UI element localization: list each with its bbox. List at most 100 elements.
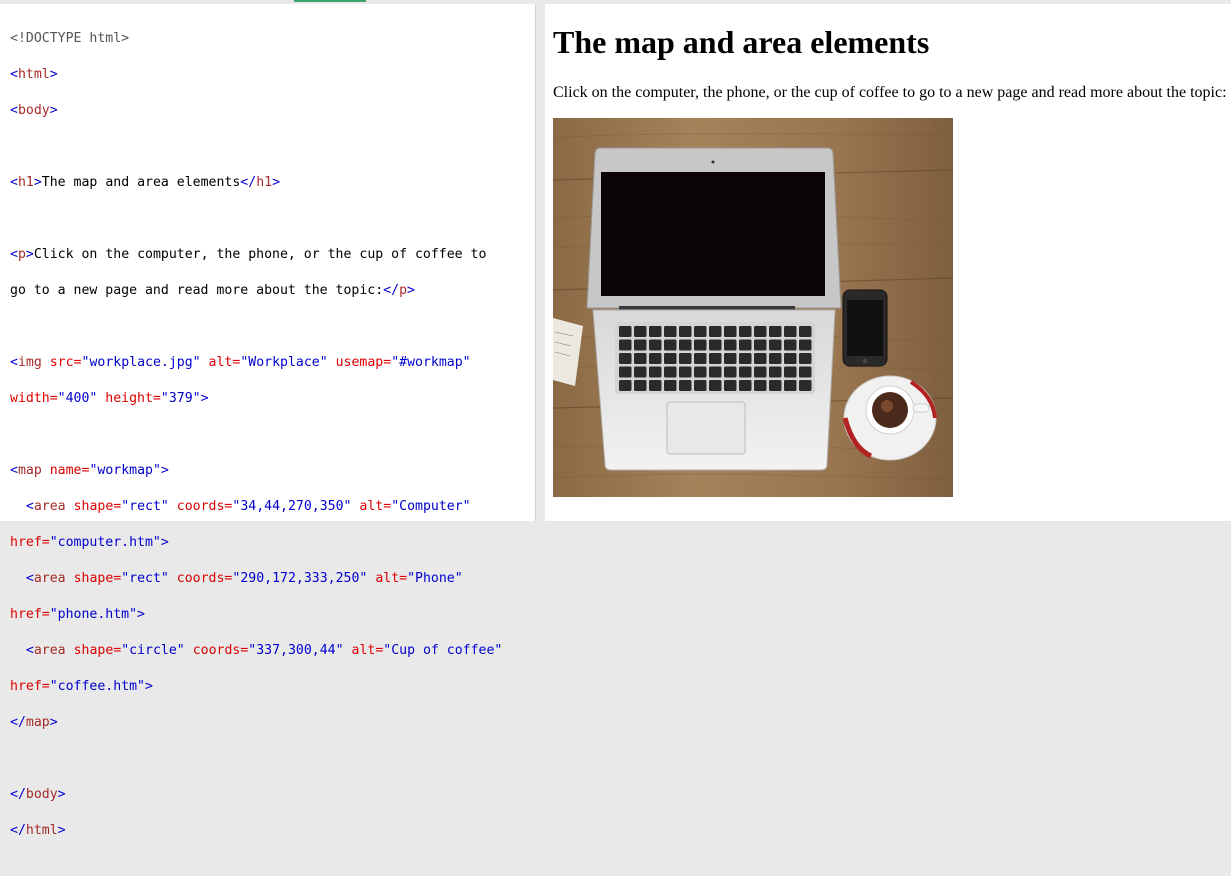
keyboard-key [739,380,752,391]
keyboard-key [784,366,797,378]
keyboard-key [694,326,707,337]
keyboard-key [799,326,812,337]
keyboard-key [799,366,812,378]
laptop-screen [601,172,825,296]
keyboard-key [724,339,737,351]
code-h1-text: The map and area elements [41,175,241,190]
keyboard-key [694,366,707,378]
code-area1-shape: "rect" [121,499,169,514]
keyboard-key [664,339,677,351]
keyboard-key [754,326,767,337]
keyboard-key [799,339,812,351]
keyboard-key [649,339,662,351]
result-heading: The map and area elements [553,24,930,60]
keyboard-key [649,366,662,378]
keyboard-key [634,326,647,337]
keyboard-key [619,326,632,337]
keyboard-key [634,353,647,364]
keyboard-key [799,353,812,364]
code-area3-href: "coffee.htm" [49,679,145,694]
keyboard-key [754,380,767,391]
keyboard-key [694,339,707,351]
keyboard-key [769,326,782,337]
code-img-alt: "Workplace" [240,355,328,370]
keyboard-key [634,380,647,391]
keyboard-key [679,366,692,378]
code-img-usemap: "#workmap" [391,355,471,370]
keyboard-key [784,380,797,391]
keyboard-key [769,339,782,351]
keyboard-key [649,380,662,391]
code-img-src: "workplace.jpg" [81,355,201,370]
keyboard-key [709,366,722,378]
keyboard-key [664,326,677,337]
result-paragraph: Click on the computer, the phone, or the… [553,84,1227,101]
keyboard-key [694,380,707,391]
keyboard-key [619,353,632,364]
doctype-line: <!DOCTYPE html> [10,31,130,46]
code-area1-coords: "34,44,270,350" [232,499,352,514]
keyboard-key [754,366,767,378]
keyboard-key [664,366,677,378]
keyboard-key [664,380,677,391]
code-editor[interactable]: <!DOCTYPE html> <html> <body> <h1>The ma… [0,4,536,838]
code-area1-alt: "Computer" [391,499,471,514]
coffee-cup[interactable] [842,375,937,461]
keyboard-key [739,339,752,351]
keyboard-key [799,380,812,391]
result-frame: The map and area elements Click on the c… [545,4,1231,521]
keyboard-key [679,353,692,364]
html-open-tag: html [17,67,50,82]
keyboard-key [784,353,797,364]
keyboard-key [784,339,797,351]
code-area3-alt: "Cup of coffee" [383,643,503,658]
keyboard-key [754,339,767,351]
keyboard-key [754,353,767,364]
code-area3-shape: "circle" [121,643,185,658]
keyboard-key [784,326,797,337]
keyboard-key [769,353,782,364]
code-area2-coords: "290,172,333,250" [232,571,368,586]
keyboard-key [679,339,692,351]
keyboard-key [679,326,692,337]
code-area3-coords: "337,300,44" [248,643,344,658]
code-area2-alt: "Phone" [407,571,463,586]
laptop-trackpad [666,401,746,455]
code-p-text-2: go to a new page and read more about the… [10,283,384,298]
keyboard-key [664,353,677,364]
keyboard-key [619,366,632,378]
keyboard-key [649,353,662,364]
code-text[interactable]: <!DOCTYPE html> <html> <body> <h1>The ma… [10,12,530,876]
code-img-height: "379" [160,391,201,406]
body-open-tag: body [17,103,50,118]
keyboard-key [739,353,752,364]
code-p-text-1: Click on the computer, the phone, or the… [33,247,487,262]
code-map-name: "workmap" [89,463,161,478]
code-img-width: "400" [57,391,98,406]
keyboard-key [709,339,722,351]
keyboard-key [724,326,737,337]
keyboard-key [634,339,647,351]
keyboard-key [709,326,722,337]
keyboard-key [619,339,632,351]
pane-divider[interactable] [536,4,545,521]
laptop-camera [711,160,715,164]
run-button-accent [294,0,366,2]
keyboard-key [649,326,662,337]
code-area1-href: "computer.htm" [49,535,161,550]
workplace-image[interactable] [553,118,953,497]
code-area2-shape: "rect" [121,571,169,586]
keyboard-key [709,380,722,391]
code-area2-href: "phone.htm" [49,607,138,622]
keyboard-key [724,353,737,364]
phone[interactable] [842,289,888,367]
keyboard-key [694,353,707,364]
keyboard-key [739,326,752,337]
keyboard-key [769,380,782,391]
keyboard-key [709,353,722,364]
keyboard-key [724,380,737,391]
keyboard-key [769,366,782,378]
keyboard-key [739,366,752,378]
keyboard-key [619,380,632,391]
keyboard-key [679,380,692,391]
